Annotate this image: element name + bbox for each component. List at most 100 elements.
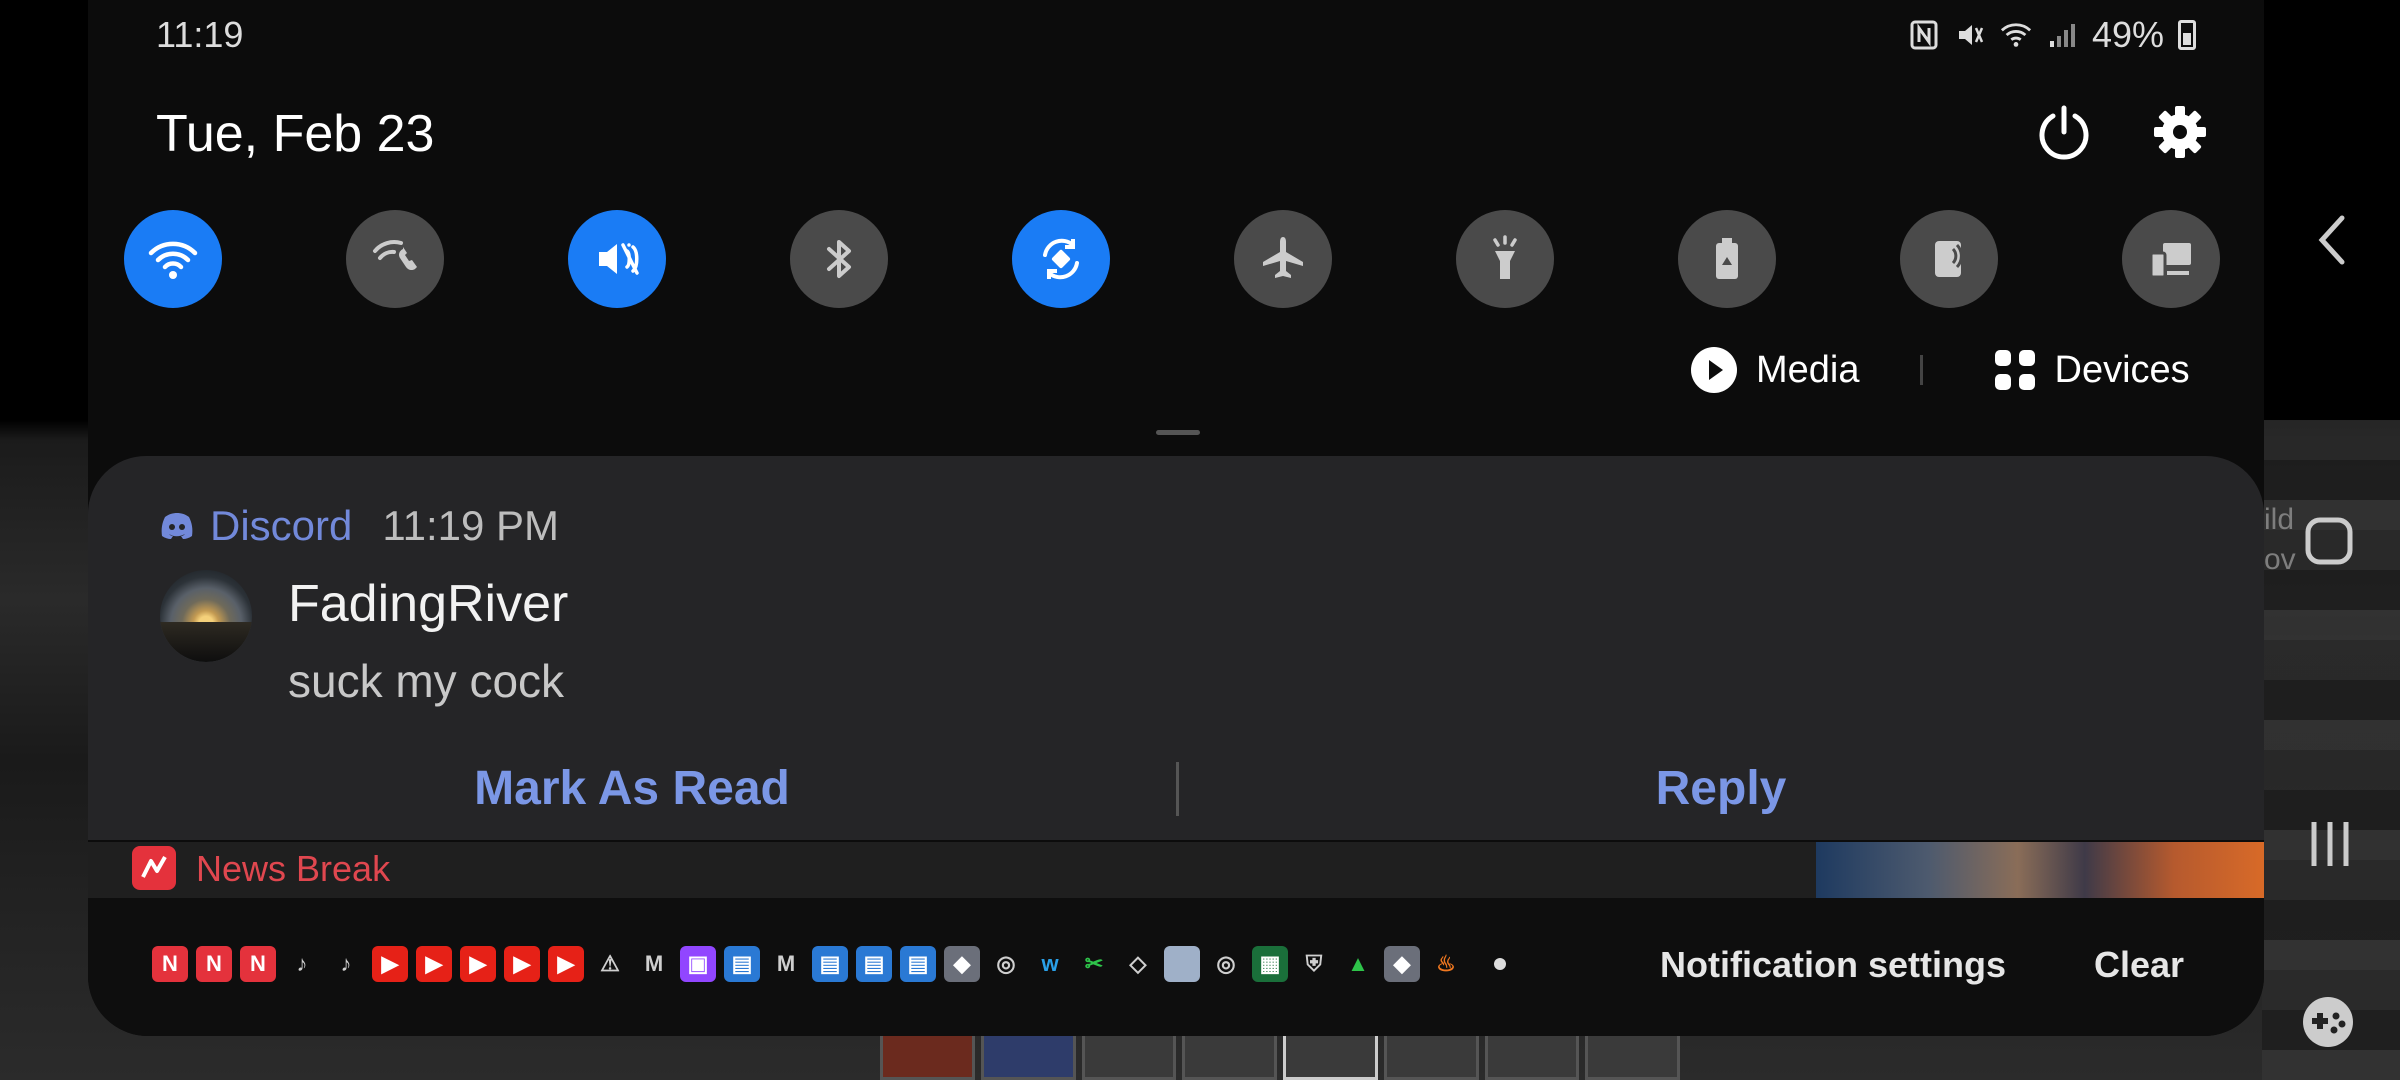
notification-message: suck my cock [288,655,565,707]
settings-button[interactable] [2150,102,2210,162]
qs-tile-airplane[interactable] [1234,210,1332,308]
newsbreak-notification[interactable]: News Break [88,842,2264,898]
nav-back-button[interactable] [2308,210,2358,270]
bluetooth-icon [827,240,851,278]
youtube-app-icon: ▶ [548,946,584,982]
gallery-app-icon: ▦ [1252,946,1288,982]
wattpad-app-icon: w [1041,951,1059,976]
clear-button[interactable]: Clear [2094,944,2184,986]
qs-tile-nfc[interactable] [1900,210,1998,308]
mark-as-read-button[interactable]: Mark As Read [88,736,1176,840]
game-tools-button[interactable] [2300,994,2356,1050]
media-devices-bar: Media Devices [1690,340,2190,400]
background-fragment-text: ild ov [2264,503,2296,576]
news-app-icon: ▤ [724,946,760,982]
reply-button[interactable]: Reply [1178,736,2264,840]
shade-drag-handle[interactable] [1156,430,1200,435]
blank-app-icon [1164,946,1200,982]
date-label: Tue, Feb 23 [156,105,435,163]
qs-tile-wifi[interactable] [124,210,222,308]
notification-header: Discord 11:19 PM [158,502,559,550]
newsbreak-app-name: News Break [196,848,391,889]
battery-percent: 49% [2091,14,2164,55]
flashlight-icon [1493,235,1517,279]
instagram-app-icon: ◎ [1216,951,1236,976]
app-app-icon: ◆ [1384,946,1420,982]
status-bar: 11:19 49% [156,10,2196,60]
device-link-icon [2149,243,2191,279]
newsbreak-app-icon: N [152,946,188,982]
discord-icon [161,513,193,539]
nav-recents-button[interactable] [2300,816,2360,872]
vibrate-mute-icon [1954,19,1986,51]
warning-app-icon: ⚠ [600,951,620,976]
app-app-icon: ✂ [1084,951,1104,976]
media-button[interactable]: Media [1690,346,1860,394]
recents-icon [2311,822,2349,866]
newsbreak-app-icon: N [196,946,232,982]
devices-grid-icon [1994,350,2035,390]
notification-app-icons[interactable]: N N N ♪ ♪ ▶ ▶ ▶ ▶ ▶ ⚠ M ▣ ▤ M ▤ ▤ ▤ ◆ ◎ w ✂ ◇ ◎ ▦ ⛨ ▲ ◆ ♨ [152,942,1506,986]
wifi-icon [2000,19,2032,51]
wifi-call-icon [373,240,417,271]
instagram-app-icon: ◎ [996,951,1016,976]
gmail-app-icon: M [776,951,796,976]
newsbreak-app-icon: N [240,946,276,982]
shield-app-icon: ⛨ [1305,951,1323,976]
media-devices-divider [1919,355,1923,385]
tiktok-app-icon: ♪ [296,951,308,976]
notification-settings-button[interactable]: Notification settings [1660,944,2006,986]
nfc-payment-icon [1935,241,1963,277]
qs-tile-power-saving[interactable] [1678,210,1776,308]
qs-tile-sound-mode[interactable] [568,210,666,308]
notification-time: 11:19 PM [382,502,560,549]
media-label: Media [1756,348,1860,391]
avatar [160,570,252,662]
gem-app-icon: ◇ [1129,951,1147,976]
devices-button[interactable]: Devices [1993,348,2190,392]
nav-home-button[interactable] [2304,516,2354,566]
signal-icon [2046,19,2078,51]
background-hotbar [880,1032,1680,1080]
qs-tile-flashlight[interactable] [1456,210,1554,308]
discord-notification-card[interactable]: Discord 11:19 PM FadingRiver suck my coc… [88,456,2264,840]
fire-app-icon: ♨ [1436,951,1456,976]
qs-tile-auto-rotate[interactable] [1012,210,1110,308]
battery-icon [2178,20,2196,50]
gamepad-icon [2303,997,2353,1047]
news-app-icon: ▤ [900,946,936,982]
gear-icon [2154,106,2206,158]
play-icon [1691,347,1737,393]
vibrate-icon [599,243,639,275]
battery-saver-icon [1716,238,1738,279]
devices-label: Devices [2054,348,2190,391]
notification-bottom-bar: N N N ♪ ♪ ▶ ▶ ▶ ▶ ▶ ⚠ M ▣ ▤ M ▤ ▤ ▤ ◆ ◎ w ✂ ◇ ◎ ▦ ⛨ ▲ ◆ ♨ Notificati… [88,898,2264,1036]
rotate-icon [1043,238,1079,280]
youtube-app-icon: ▶ [504,946,540,982]
more-apps-indicator [1494,958,1506,970]
news-app-icon: ▤ [812,946,848,982]
notification-app-name: Discord [210,502,353,549]
gmail-app-icon: M [644,951,664,976]
twitch-app-icon: ▣ [680,946,716,982]
qs-tile-bluetooth[interactable] [790,210,888,308]
wifi-icon [148,241,198,279]
home-icon [2305,517,2353,565]
airplane-icon [1263,237,1303,278]
back-icon [2318,215,2345,265]
app-app-icon: ◆ [944,946,980,982]
status-time: 11:19 [156,14,244,55]
notification-sender: FadingRiver [288,575,569,633]
newsbreak-icon [132,846,176,890]
youtube-app-icon: ▶ [416,946,452,982]
news-app-icon: ▤ [856,946,892,982]
power-button[interactable] [2034,102,2094,162]
status-icons: 49% [1908,14,2196,56]
hat-app-icon: ▲ [1347,951,1369,976]
power-icon [2039,105,2089,160]
tiktok-app-icon: ♪ [340,951,352,976]
qs-tile-smart-view[interactable] [2122,210,2220,308]
youtube-app-icon: ▶ [460,946,496,982]
quick-settings-row [124,210,2224,310]
qs-tile-wifi-calling[interactable] [346,210,444,308]
